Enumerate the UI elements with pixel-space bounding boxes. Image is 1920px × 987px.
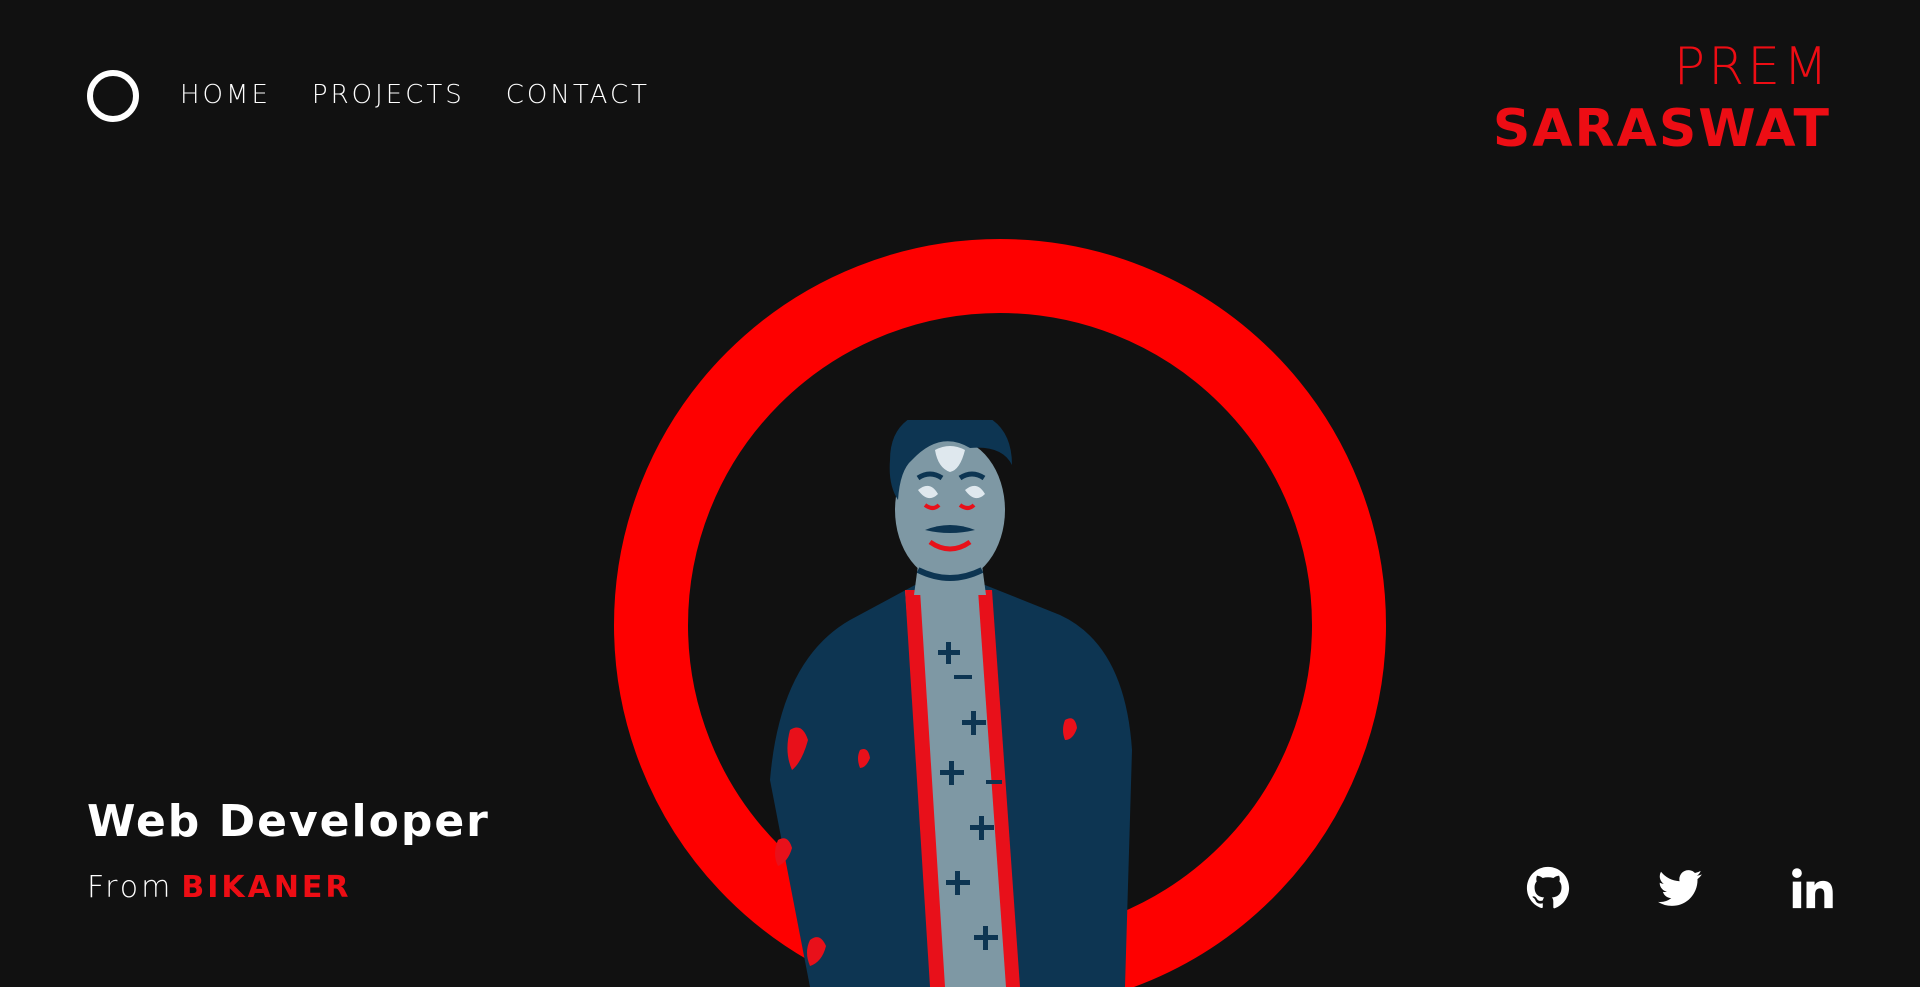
nav-contact-link[interactable]: CONTACT bbox=[506, 78, 650, 112]
nav-projects-link[interactable]: PROJECTS bbox=[312, 78, 465, 112]
location-line: From BIKANER bbox=[87, 868, 490, 908]
brand-name: PREM SARASWAT bbox=[1493, 36, 1831, 160]
main-nav: HOME PROJECTS CONTACT bbox=[180, 78, 650, 112]
portrait-image bbox=[770, 420, 1132, 987]
brand-last-name: SARASWAT bbox=[1492, 99, 1831, 159]
from-label: From bbox=[87, 870, 174, 905]
hero-tagline: Web Developer From BIKANER bbox=[87, 790, 490, 908]
role-title: Web Developer bbox=[87, 796, 490, 847]
linkedin-icon[interactable] bbox=[1790, 866, 1834, 910]
nav-home-link[interactable]: HOME bbox=[180, 78, 271, 112]
brand-first-name: PREM bbox=[1673, 37, 1831, 97]
landing-page: HOME PROJECTS CONTACT PREM SARASWAT Web … bbox=[0, 0, 1920, 987]
social-links bbox=[1526, 866, 1834, 910]
city-name: BIKANER bbox=[181, 870, 352, 905]
github-icon[interactable] bbox=[1526, 866, 1570, 910]
logo-ring-icon[interactable] bbox=[87, 70, 139, 122]
twitter-icon[interactable] bbox=[1658, 866, 1702, 910]
